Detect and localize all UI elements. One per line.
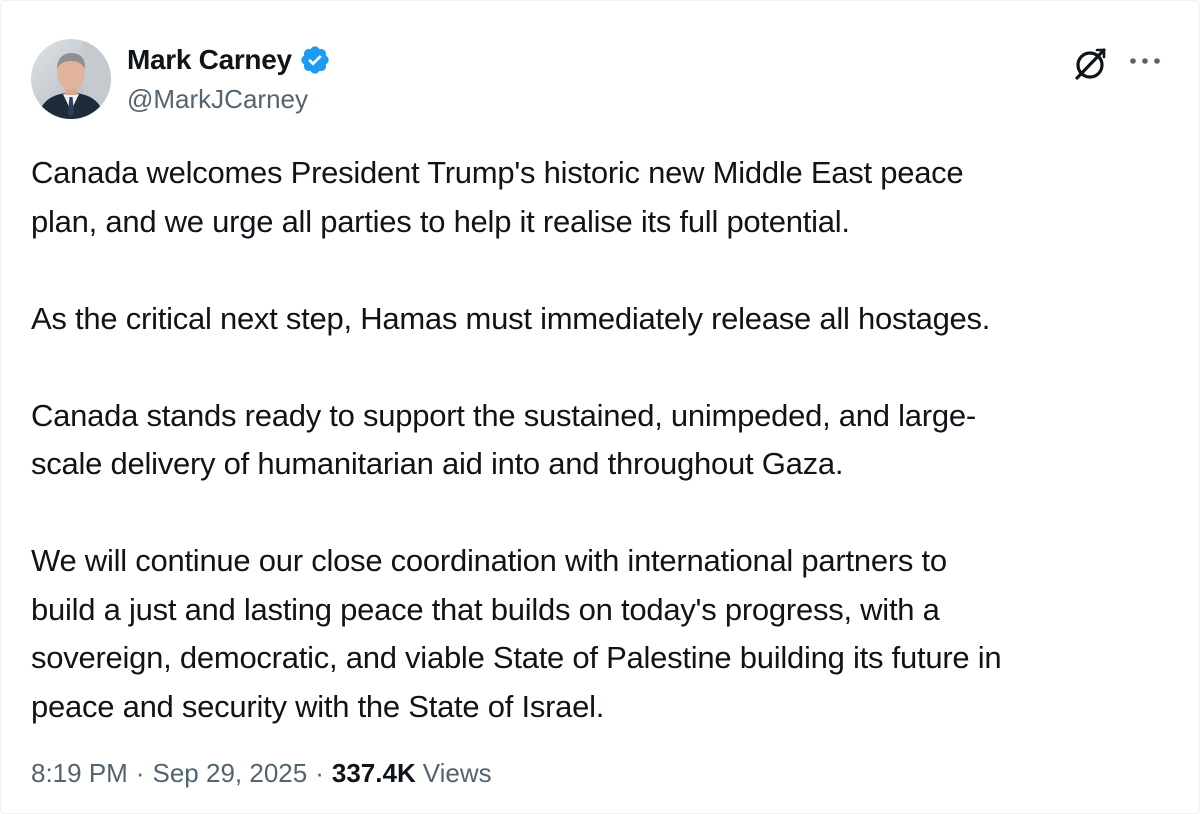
meta-separator: ·	[135, 758, 145, 788]
author-name-row: Mark Carney	[127, 43, 331, 77]
avatar[interactable]	[31, 39, 111, 119]
views-count[interactable]: 337.4K	[332, 758, 416, 789]
tweet-time[interactable]: 8:19 PM	[31, 758, 128, 789]
author-handle[interactable]: @MarkJCarney	[127, 84, 308, 115]
more-horizontal-icon[interactable]	[1125, 49, 1165, 73]
views-label[interactable]: Views	[423, 758, 492, 789]
tweet-metadata: 8:19 PM · Sep 29, 2025 · 337.4K Views	[31, 758, 492, 789]
tweet-card: Mark Carney @MarkJCarney Canada welcomes…	[0, 0, 1200, 814]
verified-badge-icon[interactable]	[299, 44, 331, 76]
author-display-name[interactable]: Mark Carney	[127, 44, 292, 76]
tweet-paragraph: As the critical next step, Hamas must im…	[31, 300, 991, 336]
tweet-paragraph: We will continue our close coordination …	[31, 543, 1002, 724]
meta-separator: ·	[315, 758, 324, 788]
avatar-image	[31, 39, 111, 119]
tweet-paragraph: Canada stands ready to support the susta…	[31, 397, 976, 482]
tweet-text: Canada welcomes President Trump's histor…	[31, 149, 1171, 731]
tweet-paragraph: Canada welcomes President Trump's histor…	[31, 155, 964, 239]
grok-icon[interactable]	[1071, 45, 1109, 83]
tweet-date[interactable]: Sep 29, 2025	[153, 758, 308, 789]
